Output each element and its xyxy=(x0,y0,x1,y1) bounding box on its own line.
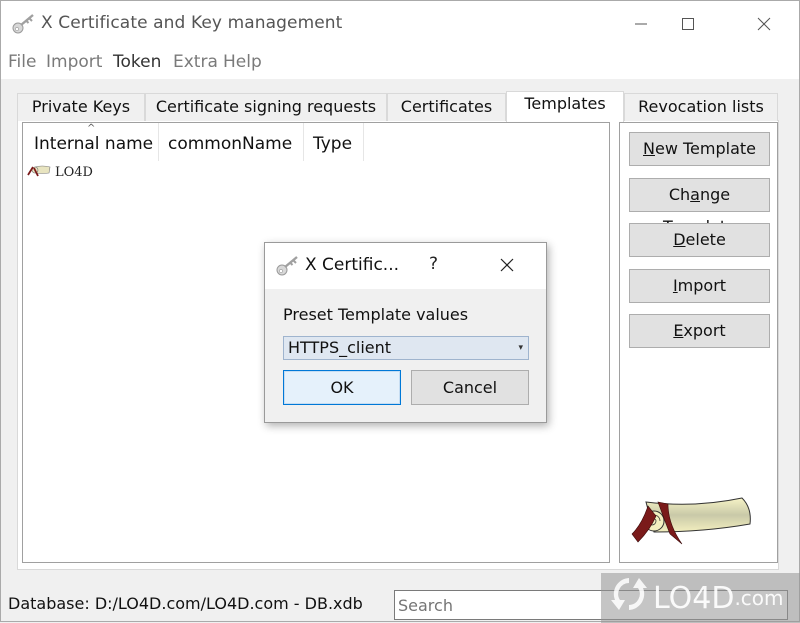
button-panel: New Template Change Template Delete Impo… xyxy=(619,122,778,563)
delete-button[interactable]: Delete xyxy=(629,223,770,257)
tab-templates[interactable]: Templates xyxy=(506,91,624,122)
column-header-internal-name[interactable]: ^ Internal name xyxy=(23,123,159,161)
close-icon xyxy=(500,258,514,272)
maximize-icon xyxy=(682,18,694,30)
database-path: Database: D:/LO4D.com/LO4D.com - DB.xdb xyxy=(8,594,363,613)
template-scroll-icon xyxy=(25,163,51,182)
close-icon xyxy=(757,17,771,31)
key-icon xyxy=(11,13,37,35)
export-button[interactable]: Export xyxy=(629,314,770,348)
new-template-button[interactable]: New Template xyxy=(629,132,770,166)
tab-csr[interactable]: Certificate signing requests xyxy=(145,93,387,121)
selected-value: HTTPS_client xyxy=(288,338,392,357)
dialog-title-bar: X Certific... ? xyxy=(265,243,546,289)
change-template-button[interactable]: Change Template xyxy=(629,178,770,236)
tab-certificates[interactable]: Certificates xyxy=(387,93,506,121)
title-bar: X Certificate and Key management xyxy=(1,1,799,47)
tab-bar: Private Keys Certificate signing request… xyxy=(17,91,783,122)
cancel-button[interactable]: Cancel xyxy=(411,370,529,405)
minimize-icon xyxy=(635,23,647,25)
watermark: LO4D .com xyxy=(601,573,800,623)
menu-file[interactable]: File xyxy=(8,52,36,72)
help-button[interactable]: ? xyxy=(429,254,438,274)
list-item[interactable]: LO4D xyxy=(25,163,93,181)
main-window: X Certificate and Key management File Im… xyxy=(0,0,800,623)
menu-import[interactable]: Import xyxy=(46,52,102,72)
menu-extra[interactable]: Extra xyxy=(173,52,218,72)
import-button[interactable]: Import xyxy=(629,269,770,303)
preset-template-dialog: X Certific... ? Preset Template values H… xyxy=(264,242,547,423)
menu-help[interactable]: Help xyxy=(223,52,262,72)
menu-token[interactable]: Token xyxy=(113,52,161,72)
ok-button[interactable]: OK xyxy=(283,370,401,405)
watermark-logo-icon xyxy=(609,574,649,622)
close-button[interactable] xyxy=(741,1,787,47)
column-header-common-name[interactable]: commonName xyxy=(159,123,304,161)
watermark-brand: LO4D xyxy=(653,580,735,616)
minimize-button[interactable] xyxy=(618,1,664,47)
tab-private-keys[interactable]: Private Keys xyxy=(17,93,145,121)
key-icon xyxy=(275,255,301,281)
preset-template-select[interactable]: HTTPS_client ▾ xyxy=(283,336,529,360)
chevron-down-icon: ▾ xyxy=(518,343,523,353)
tab-revocation-lists[interactable]: Revocation lists xyxy=(624,93,778,121)
window-title: X Certificate and Key management xyxy=(41,13,343,33)
maximize-button[interactable] xyxy=(665,1,711,47)
column-header-type[interactable]: Type xyxy=(304,123,364,161)
template-scroll-image xyxy=(624,494,764,558)
sort-ascending-icon: ^ xyxy=(87,123,96,134)
template-name: LO4D xyxy=(55,164,93,180)
dialog-title: X Certific... xyxy=(305,255,400,275)
preset-template-label: Preset Template values xyxy=(283,305,469,324)
dialog-close-button[interactable] xyxy=(499,257,515,277)
watermark-suffix: .com xyxy=(734,586,784,610)
menu-bar: File Import Token Extra Help xyxy=(1,47,799,79)
